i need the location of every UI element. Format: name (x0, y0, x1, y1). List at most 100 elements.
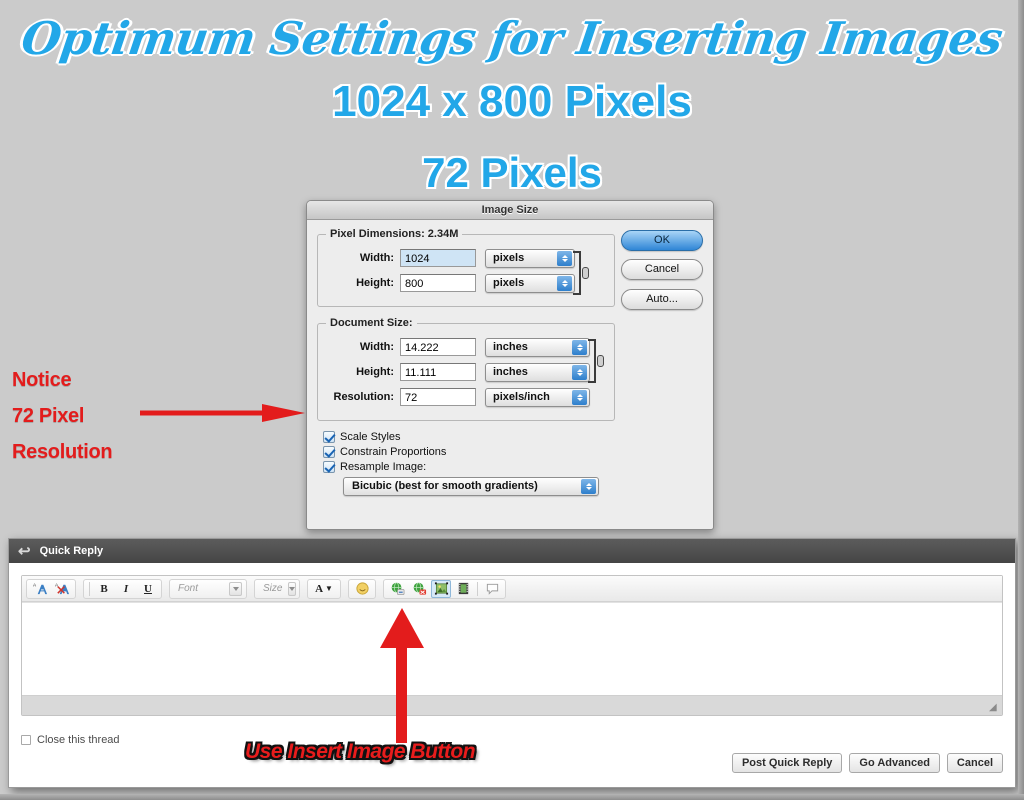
pixel-width-row: Width: 1024 pixels (326, 247, 606, 269)
text-color-button[interactable]: A▼ (311, 580, 337, 598)
resample-method-select[interactable]: Bicubic (best for smooth gradients) (343, 477, 599, 496)
doc-resolution-input[interactable]: 72 (400, 388, 476, 406)
smilie-group (348, 579, 376, 599)
bold-button[interactable]: B (94, 580, 114, 598)
cancel-button[interactable]: Cancel (621, 259, 703, 280)
auto-button[interactable]: Auto... (621, 289, 703, 310)
checkbox-icon[interactable] (323, 461, 335, 473)
post-quick-reply-button[interactable]: Post Quick Reply (732, 753, 842, 773)
resolution-headline: 72 Pixels (0, 149, 1024, 197)
pixel-height-unit-value: pixels (493, 277, 524, 289)
pixel-width-label: Width: (326, 252, 400, 264)
smilie-icon[interactable] (352, 580, 372, 598)
pixel-height-label: Height: (326, 277, 400, 289)
doc-height-unit-value: inches (493, 366, 528, 378)
text-color-group: A▼ (307, 579, 341, 599)
doc-height-label: Height: (326, 366, 400, 378)
text-style-group: B I U (83, 579, 162, 599)
dialog-title: Image Size (307, 201, 713, 220)
resample-method-value: Bicubic (best for smooth gradients) (352, 480, 538, 492)
pixel-width-input[interactable]: 1024 (400, 249, 476, 267)
doc-width-row: Width: 14.222 inches (326, 336, 606, 358)
go-advanced-button[interactable]: Go Advanced (849, 753, 940, 773)
document-size-group: Document Size: Width: 14.222 inches Heig… (317, 317, 615, 421)
remove-link-icon[interactable] (409, 580, 429, 598)
quick-reply-header: ↩ Quick Reply (9, 539, 1015, 563)
constrain-proportions-label: Constrain Proportions (340, 446, 446, 458)
dialog-options: Scale Styles Constrain Proportions Resam… (317, 431, 703, 496)
stepper-arrows-icon[interactable] (572, 365, 587, 380)
dialog-buttons: OK Cancel Auto... (621, 230, 703, 318)
checkbox-icon[interactable] (323, 431, 335, 443)
editor-toolbar: A A B (22, 576, 1002, 602)
divider (89, 582, 90, 596)
notice-line-1: Notice (12, 362, 282, 398)
wrap-quotes-icon[interactable] (482, 580, 502, 598)
image-size-dialog: Image Size OK Cancel Auto... Pixel Dimen… (306, 200, 714, 530)
resample-image-checkbox[interactable]: Resample Image: (323, 461, 703, 473)
stepper-arrows-icon[interactable] (557, 276, 572, 291)
checkbox-icon[interactable] (323, 446, 335, 458)
resample-image-label: Resample Image: (340, 461, 426, 473)
doc-height-row: Height: 11.111 inches (326, 361, 606, 383)
document-size-legend: Document Size: (326, 317, 417, 329)
stepper-arrows-icon[interactable] (572, 340, 587, 355)
font-family-select[interactable]: Font (169, 579, 247, 599)
divider (477, 582, 478, 596)
text-color-label: A (315, 583, 323, 595)
notice-line-3: Resolution (12, 434, 282, 470)
doc-width-input[interactable]: 14.222 (400, 338, 476, 356)
doc-resolution-unit-select[interactable]: pixels/inch (485, 388, 590, 407)
spellcheck-icon[interactable]: A (52, 580, 72, 598)
ok-button[interactable]: OK (621, 230, 703, 251)
insert-group (383, 579, 506, 599)
insert-video-icon[interactable] (453, 580, 473, 598)
frame-edge-right (1018, 0, 1024, 800)
close-thread-checkbox[interactable]: Close this thread (21, 734, 120, 746)
cancel-button[interactable]: Cancel (947, 753, 1003, 773)
doc-height-unit-select[interactable]: inches (485, 363, 590, 382)
editor-shell: A A B (21, 575, 1003, 716)
constrain-chain-icon (588, 339, 606, 383)
stepper-arrows-icon[interactable] (581, 479, 596, 494)
underline-button[interactable]: U (138, 580, 158, 598)
font-size-select[interactable]: Size (254, 579, 300, 599)
close-thread-label: Close this thread (37, 734, 120, 746)
message-textarea[interactable] (22, 602, 1002, 695)
insert-image-callout: Use Insert Image Button (245, 740, 475, 764)
pixel-width-unit-value: pixels (493, 252, 524, 264)
dimensions-headline: 1024 x 800 Pixels (0, 77, 1024, 127)
vertical-arrow-icon (380, 608, 424, 743)
doc-resolution-row: Resolution: 72 pixels/inch (326, 386, 606, 408)
pixel-height-input[interactable]: 800 (400, 274, 476, 292)
pixel-height-unit-select[interactable]: pixels (485, 274, 575, 293)
insert-image-icon[interactable] (431, 580, 451, 598)
scale-styles-label: Scale Styles (340, 431, 401, 443)
checkbox-icon[interactable] (21, 735, 31, 745)
insert-link-icon[interactable] (387, 580, 407, 598)
pixel-height-row: Height: 800 pixels (326, 272, 606, 294)
chevron-down-icon[interactable] (229, 582, 242, 596)
pixel-width-unit-select[interactable]: pixels (485, 249, 575, 268)
back-arrow-icon[interactable]: ↩ (18, 544, 31, 559)
chevron-down-icon[interactable] (288, 582, 296, 596)
doc-width-unit-select[interactable]: inches (485, 338, 590, 357)
italic-button[interactable]: I (116, 580, 136, 598)
doc-width-label: Width: (326, 341, 400, 353)
doc-height-input[interactable]: 11.111 (400, 363, 476, 381)
quick-reply-title: Quick Reply (40, 545, 104, 557)
doc-width-unit-value: inches (493, 341, 528, 353)
stepper-arrows-icon[interactable] (572, 390, 587, 405)
remove-formatting-icon[interactable]: A (30, 580, 50, 598)
stepper-arrows-icon[interactable] (557, 251, 572, 266)
frame-edge-bottom (0, 794, 1024, 800)
scale-styles-checkbox[interactable]: Scale Styles (323, 431, 703, 443)
resize-grip-icon[interactable]: ◢ (989, 703, 999, 713)
font-size-placeholder: Size (263, 583, 282, 594)
constrain-proportions-checkbox[interactable]: Constrain Proportions (323, 446, 703, 458)
pixel-dimensions-legend: Pixel Dimensions: 2.34M (326, 228, 462, 240)
quick-reply-footer: Close this thread Post Quick Reply Go Ad… (9, 731, 1015, 787)
horizontal-arrow-icon (140, 404, 305, 422)
doc-resolution-unit-value: pixels/inch (493, 391, 550, 403)
headline-block: Optimum Settings for Inserting Images 10… (0, 0, 1024, 197)
